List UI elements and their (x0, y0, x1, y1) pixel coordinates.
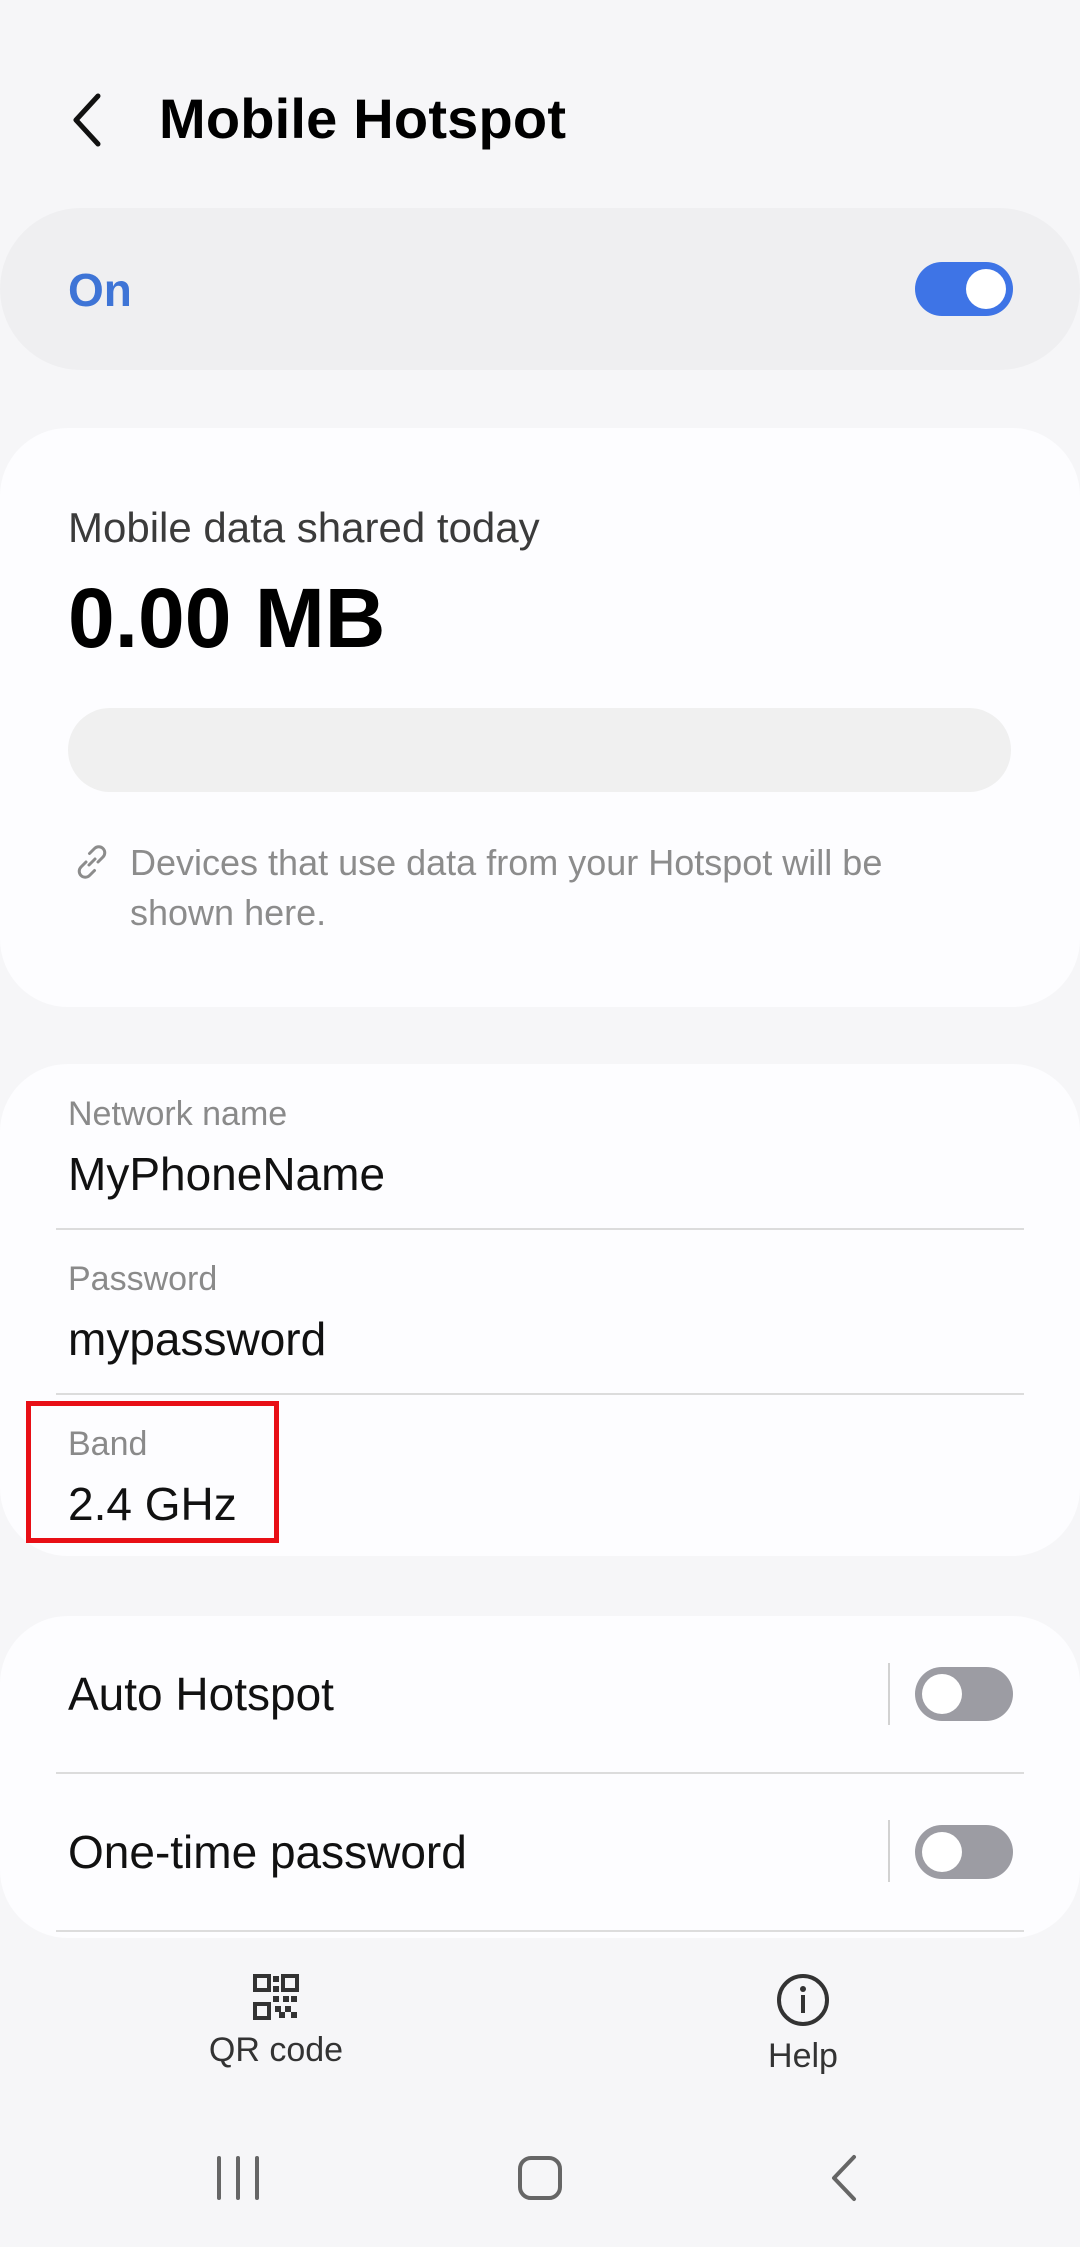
qr-code-label: QR code (208, 2031, 344, 2069)
switch-knob (966, 269, 1006, 309)
network-name-label: Network name (68, 1095, 288, 1133)
hotspot-master-switch[interactable] (915, 262, 1013, 316)
master-toggle-label: On (68, 264, 132, 316)
auto-hotspot-label: Auto Hotspot (68, 1668, 334, 1720)
data-usage-bar (68, 708, 1011, 792)
switch-knob (922, 1674, 962, 1714)
one-time-password-switch[interactable] (915, 1825, 1013, 1879)
help-button[interactable]: Help (703, 1972, 903, 2078)
qr-code-button[interactable]: QR code (176, 1972, 376, 2072)
help-label: Help (768, 2037, 838, 2075)
chevron-left-icon (73, 93, 101, 147)
divider (56, 1930, 1024, 1932)
data-usage-caption: Mobile data shared today (68, 504, 540, 551)
back-button[interactable] (58, 80, 118, 160)
one-time-password-label: One-time password (68, 1826, 467, 1878)
devices-info-text: Devices that use data from your Hotspot … (130, 842, 883, 933)
data-usage-value: 0.00 MB (68, 571, 386, 665)
home-icon (518, 2156, 562, 2200)
system-back-button[interactable] (804, 2148, 884, 2208)
vertical-separator (888, 1820, 890, 1882)
password-label: Password (68, 1260, 218, 1298)
band-highlight-box (26, 1401, 279, 1543)
vertical-separator (888, 1663, 890, 1725)
auto-hotspot-switch[interactable] (915, 1667, 1013, 1721)
recents-button[interactable] (198, 2148, 278, 2208)
qr-code-icon (253, 1974, 299, 2020)
page-title: Mobile Hotspot (159, 87, 567, 150)
back-icon (832, 2155, 856, 2201)
info-icon (777, 1974, 829, 2026)
switch-knob (922, 1832, 962, 1872)
network-name-value: MyPhoneName (68, 1148, 386, 1200)
password-value: mypassword (68, 1313, 327, 1365)
link-icon (77, 845, 107, 879)
home-button[interactable] (500, 2148, 580, 2208)
recents-icon (217, 2156, 259, 2200)
